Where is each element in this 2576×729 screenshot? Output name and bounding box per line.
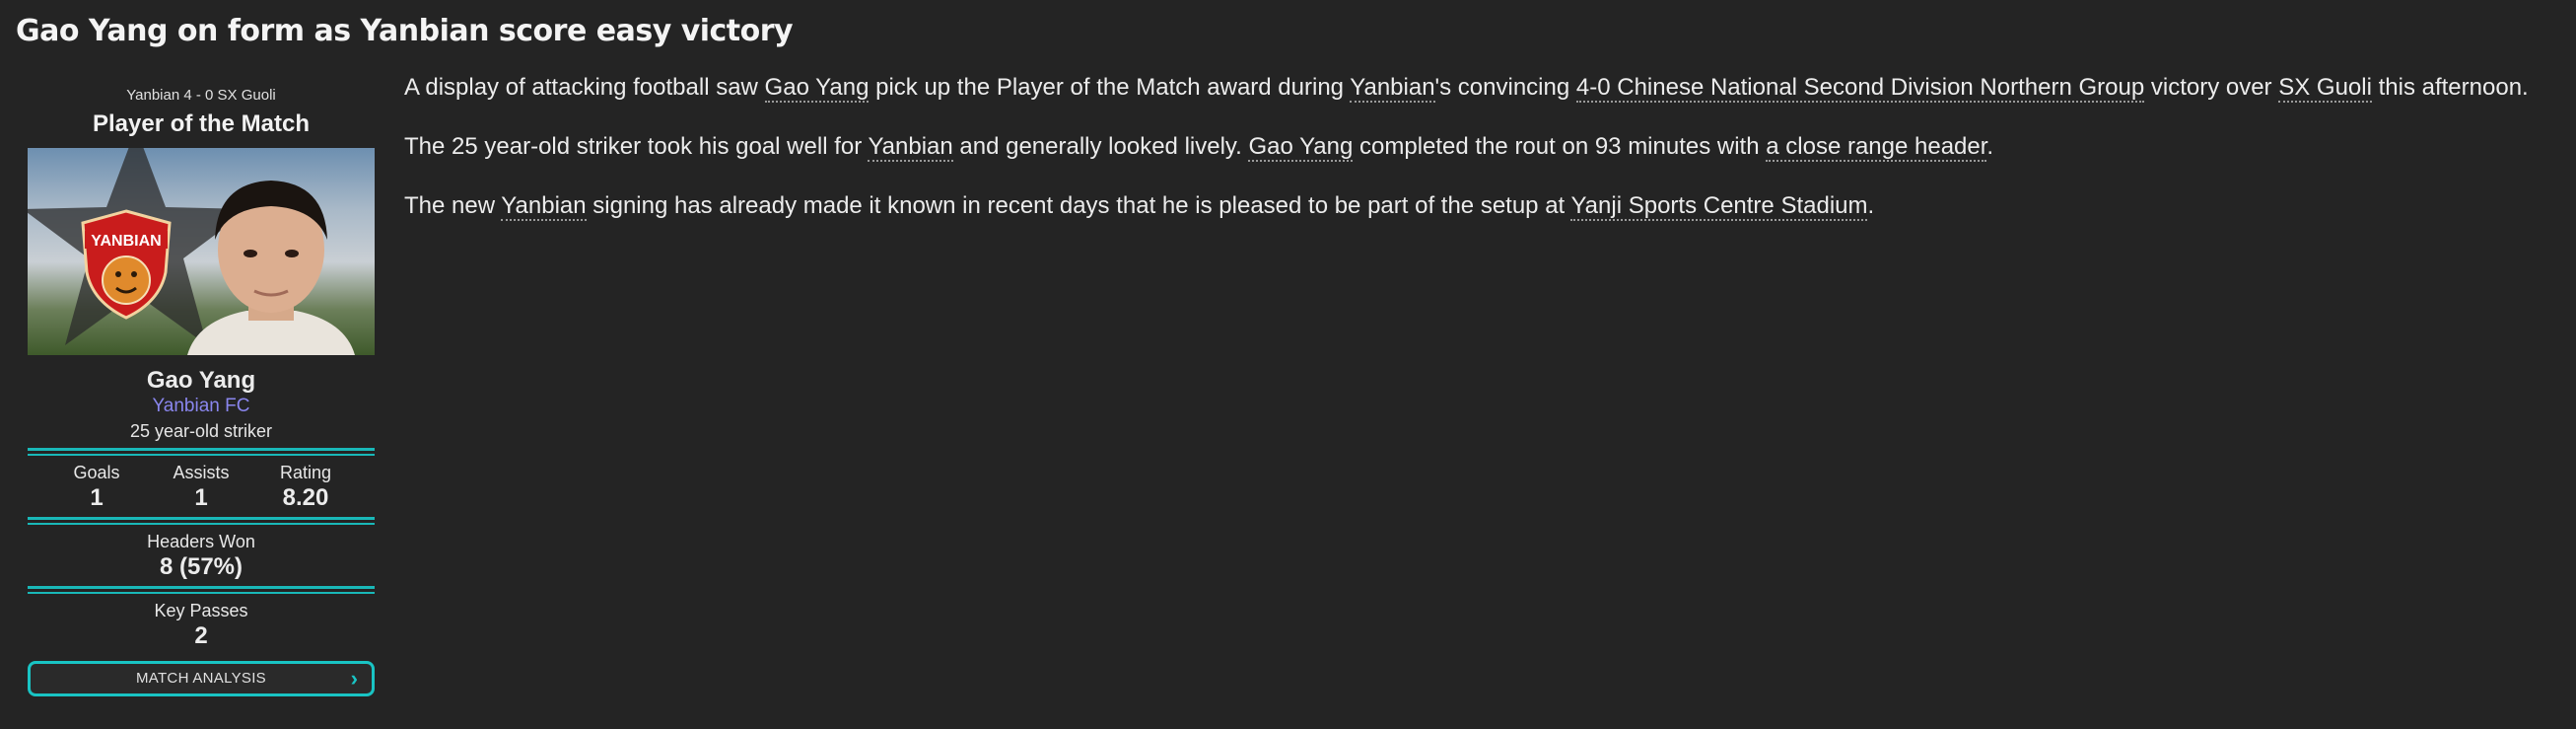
text: The new	[404, 192, 502, 219]
stat-label: Rating	[279, 463, 332, 482]
stat-headers-won: Headers Won 8 (57%)	[28, 531, 375, 582]
opponent-link[interactable]: SX Guoli	[2278, 74, 2372, 103]
player-of-the-match-panel: Yanbian 4 - 0 SX Guoli Player of the Mat…	[28, 83, 375, 696]
stat-label: Key Passes	[154, 601, 248, 620]
club-link[interactable]: Yanbian	[501, 192, 587, 221]
player-description: 25 year-old striker	[129, 421, 273, 441]
article-paragraph: The 25 year-old striker took his goal we…	[404, 130, 2573, 164]
stat-label: Assists	[173, 463, 230, 482]
text: this afternoon.	[2371, 74, 2529, 101]
panel-title: Player of the Match	[92, 110, 311, 137]
text: completed the rout on 93 minutes with	[1353, 133, 1767, 160]
article-body: A display of attacking football saw Gao …	[404, 71, 2573, 249]
stat-assists: Assists 1	[152, 462, 250, 513]
text: pick up the Player of the Match award du…	[869, 74, 1351, 101]
stadium-link[interactable]: Yanji Sports Centre Stadium	[1570, 192, 1868, 221]
stat-key-passes: Key Passes 2	[28, 600, 375, 651]
text: .	[1986, 133, 1994, 160]
stat-label: Headers Won	[147, 532, 255, 551]
player-photo: YANBIAN	[28, 148, 375, 355]
player-link[interactable]: Gao Yang	[764, 74, 870, 103]
text: A display of attacking football saw	[404, 74, 765, 101]
match-link[interactable]: 4-0 Chinese National Second Division Nor…	[1575, 74, 2145, 103]
chevron-right-icon: ›	[350, 666, 358, 691]
divider	[28, 586, 375, 594]
player-link[interactable]: Gao Yang	[1248, 133, 1354, 162]
match-analysis-button[interactable]: MATCH ANALYSIS ›	[28, 661, 375, 696]
text: .	[1867, 192, 1875, 219]
club-link[interactable]: Yanbian	[1350, 74, 1435, 103]
stats-row: Goals 1 Assists 1 Rating 8.20	[28, 462, 375, 513]
article-paragraph: A display of attacking football saw Gao …	[404, 71, 2573, 105]
text: 's convincing	[1434, 74, 1576, 101]
stat-goals: Goals 1	[47, 462, 146, 513]
club-link[interactable]: Yanbian	[868, 133, 953, 162]
club-link[interactable]: Yanbian FC	[28, 395, 375, 418]
stat-rating: Rating 8.20	[256, 462, 355, 513]
match-analysis-label: MATCH ANALYSIS	[135, 670, 266, 687]
club-crest: YANBIAN	[81, 209, 172, 320]
article-paragraph: The new Yanbian signing has already made…	[404, 189, 2573, 223]
stat-label: Goals	[73, 463, 120, 482]
player-portrait	[187, 181, 355, 355]
text: signing has already made it known in rec…	[586, 192, 1571, 219]
stat-value: 2	[194, 622, 208, 649]
stat-value: 1	[194, 484, 208, 511]
text: victory over	[2144, 74, 2279, 101]
news-headline: Gao Yang on form as Yanbian score easy v…	[16, 14, 794, 48]
match-score-line: Yanbian 4 - 0 SX Guoli	[126, 87, 276, 104]
crest-text: YANBIAN	[91, 233, 161, 250]
goal-link[interactable]: a close range header	[1766, 133, 1987, 162]
stat-value: 8 (57%)	[159, 553, 244, 580]
text: The 25 year-old striker took his goal we…	[404, 133, 869, 160]
stat-value: 8.20	[282, 484, 329, 511]
text: and generally looked lively.	[952, 133, 1249, 160]
divider	[28, 448, 375, 456]
divider	[28, 517, 375, 525]
player-name: Gao Yang	[146, 367, 256, 394]
stat-value: 1	[90, 484, 104, 511]
